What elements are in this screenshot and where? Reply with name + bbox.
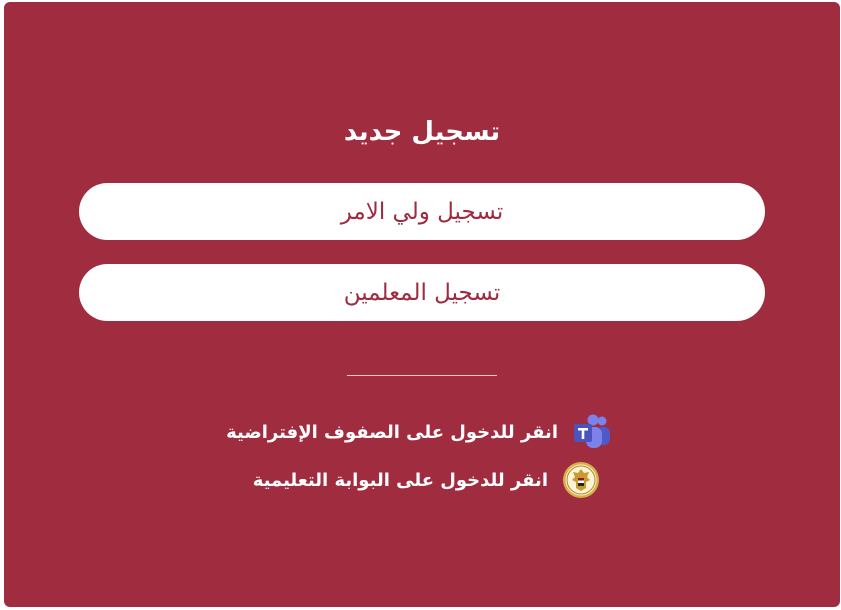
- page-title: تسجيل جديد: [343, 117, 501, 147]
- register-parent-button[interactable]: تسجيل ولي الامر: [79, 183, 765, 240]
- ministry-emblem-icon: [562, 461, 600, 499]
- registration-panel: تسجيل جديد تسجيل ولي الامر تسجيل المعلمي…: [4, 2, 840, 607]
- education-portal-link[interactable]: انقر للدخول على البوابة التعليمية: [253, 458, 600, 502]
- virtual-classes-link-label: انقر للدخول على الصفوف الإفتراضية: [226, 421, 558, 443]
- virtual-classes-link[interactable]: انقر للدخول على الصفوف الإفتراضية: [226, 412, 612, 452]
- education-portal-link-label: انقر للدخول على البوابة التعليمية: [252, 469, 548, 491]
- divider: [347, 375, 497, 376]
- register-teacher-button[interactable]: تسجيل المعلمين: [79, 264, 765, 321]
- microsoft-teams-icon: [572, 414, 612, 450]
